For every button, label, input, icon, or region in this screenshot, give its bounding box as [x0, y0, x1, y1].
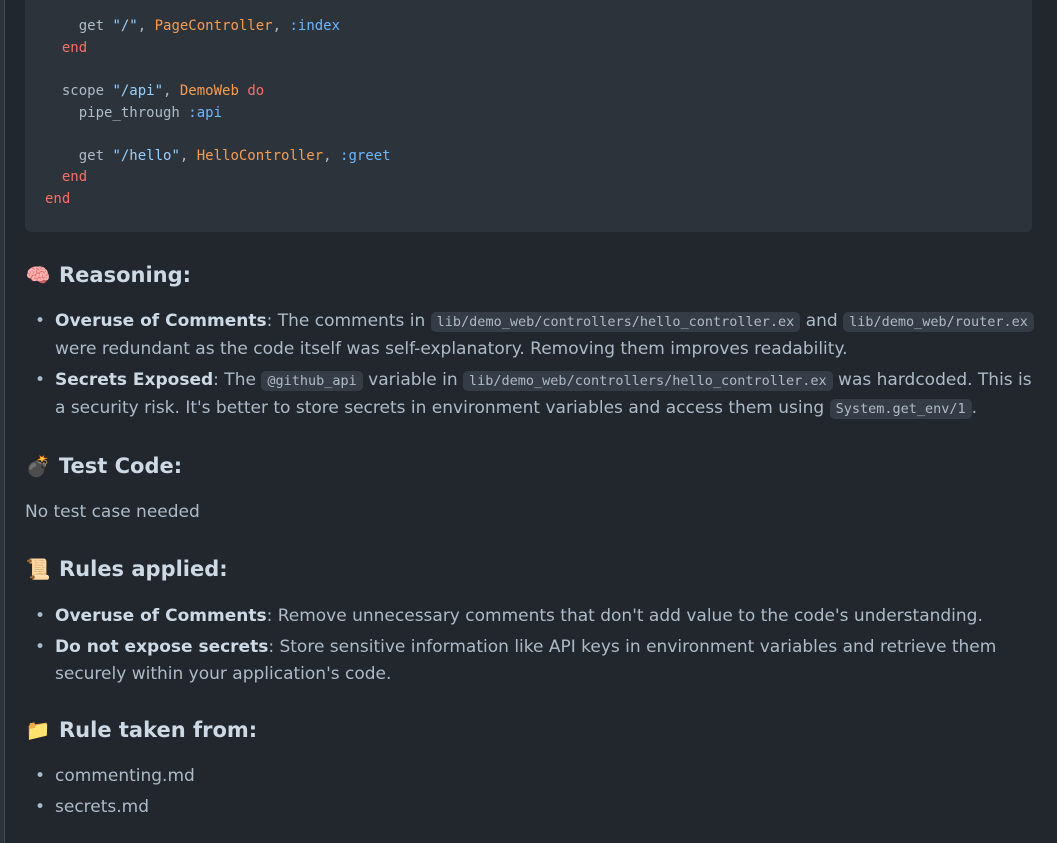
code-line: scope "/api", DemoWeb do	[45, 83, 265, 99]
rule-source-list: commenting.md secrets.md	[25, 763, 1035, 825]
item-label: Do not expose secrets	[55, 637, 269, 657]
rule-source-title: Rule taken from:	[59, 718, 258, 742]
test-code-title: Test Code:	[59, 454, 183, 478]
reasoning-title: Reasoning:	[59, 263, 192, 287]
list-item: Overuse of Comments: Remove unnecessary …	[25, 603, 1035, 630]
inline-code: lib/demo_web/controllers/hello_controlle…	[463, 371, 833, 391]
code-line: end	[45, 169, 88, 185]
folder-icon: 📁	[25, 718, 51, 742]
list-item: commenting.md	[25, 763, 1035, 790]
inline-code: @github_api	[261, 371, 363, 391]
inline-code: lib/demo_web/router.ex	[843, 312, 1034, 332]
bomb-icon: 💣	[25, 454, 51, 478]
reasoning-heading: 🧠 Reasoning:	[25, 260, 192, 290]
inline-code: System.get_env/1	[829, 399, 972, 419]
scroll-icon: 📜	[25, 557, 51, 581]
item-text: .	[971, 398, 978, 418]
code-line: pipe_through :api	[45, 105, 223, 121]
code-block: get "/", PageController, :index end scop…	[25, 0, 1032, 232]
item-text: and	[800, 311, 844, 331]
list-item: Overuse of Comments: The comments in lib…	[25, 308, 1035, 363]
item-label: Secrets Exposed	[55, 370, 214, 390]
item-text: : The comments in	[266, 311, 431, 331]
item-text: variable in	[362, 370, 464, 390]
brain-icon: 🧠	[25, 263, 51, 287]
left-border	[0, 0, 5, 843]
rule-source-heading: 📁 Rule taken from:	[25, 715, 258, 745]
list-item: secrets.md	[25, 794, 1035, 821]
code-line: get "/hello", HelloController, :greet	[45, 148, 391, 164]
file-name: secrets.md	[55, 797, 150, 817]
test-code-heading: 💣 Test Code:	[25, 451, 183, 481]
item-text: were redundant as the code itself was se…	[55, 339, 848, 359]
item-text: : The	[213, 370, 262, 390]
code-line: end	[45, 191, 71, 207]
file-name: commenting.md	[55, 766, 195, 786]
list-item: Do not expose secrets: Store sensitive i…	[25, 634, 1035, 688]
reasoning-list: Overuse of Comments: The comments in lib…	[25, 308, 1035, 427]
list-item: Secrets Exposed: The @github_api variabl…	[25, 367, 1035, 423]
item-label: Overuse of Comments	[55, 606, 267, 626]
rules-applied-heading: 📜 Rules applied:	[25, 554, 228, 584]
item-label: Overuse of Comments	[55, 311, 267, 331]
rules-applied-title: Rules applied:	[59, 557, 228, 581]
code-line: end	[45, 40, 88, 56]
rules-applied-list: Overuse of Comments: Remove unnecessary …	[25, 603, 1035, 692]
inline-code: lib/demo_web/controllers/hello_controlle…	[430, 312, 801, 332]
test-code-text: No test case needed	[25, 502, 200, 522]
item-text: : Remove unnecessary comments that don't…	[266, 606, 983, 626]
code-line: get "/", PageController, :index	[45, 18, 341, 34]
